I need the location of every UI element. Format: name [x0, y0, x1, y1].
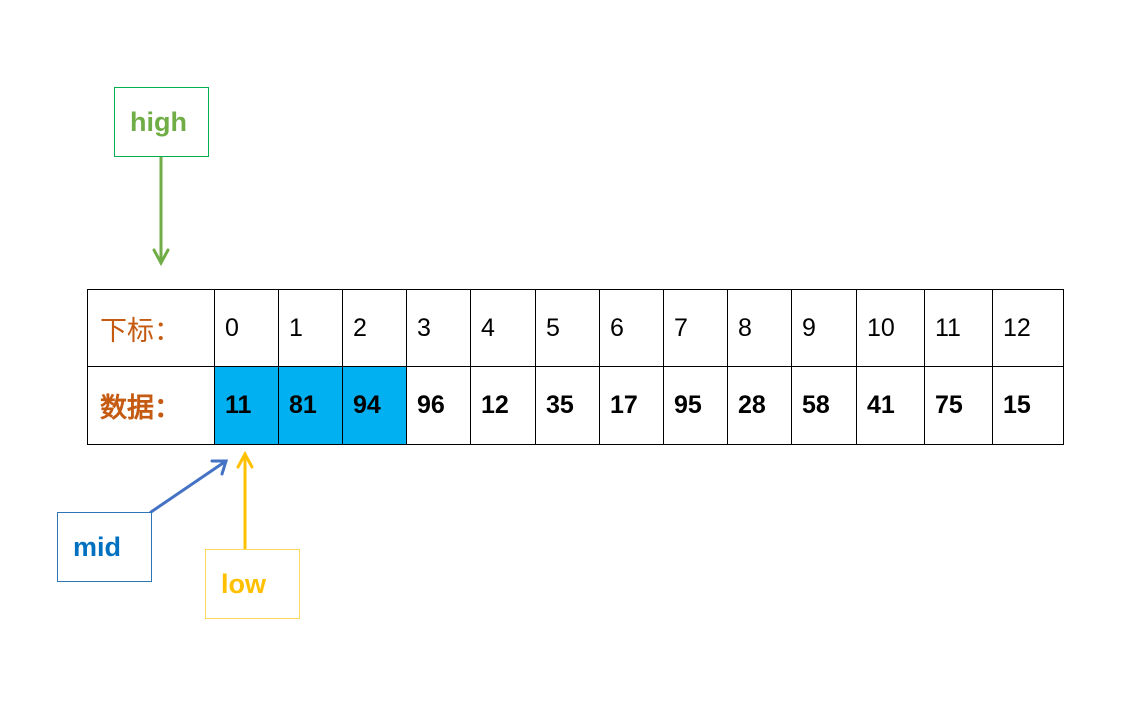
mid-label: mid [73, 531, 122, 562]
low-arrow [236, 450, 254, 550]
high-arrow [152, 155, 170, 267]
high-pointer-box: high [114, 87, 209, 157]
high-label: high [130, 106, 187, 137]
low-pointer-box: low [205, 549, 300, 619]
mid-pointer-box: mid [57, 512, 152, 582]
mid-arrow [149, 459, 229, 514]
low-label: low [221, 568, 266, 599]
